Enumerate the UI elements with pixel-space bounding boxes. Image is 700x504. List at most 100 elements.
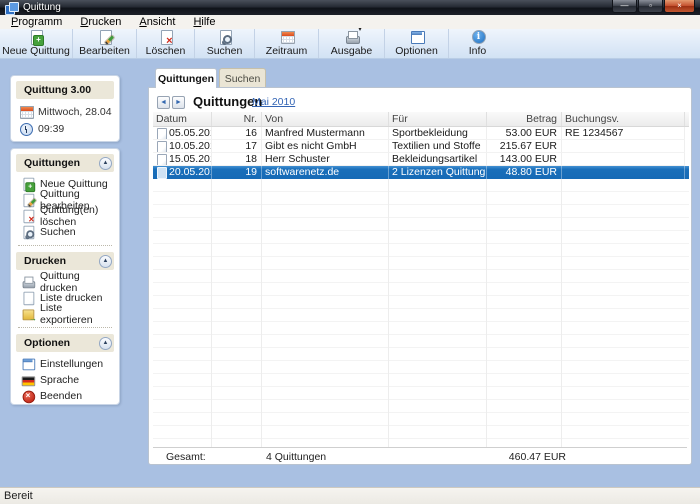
toolbar-bearbeiten-button[interactable]: Bearbeiten: [72, 29, 136, 58]
maximize-button[interactable]: ▫: [638, 0, 663, 13]
collapse-icon[interactable]: ▲: [99, 337, 112, 350]
cell-von: Manfred Mustermann: [262, 127, 389, 140]
sidebar-item-liste-exportieren[interactable]: Liste exportieren: [16, 306, 114, 322]
toolbar-neue-quittung-button[interactable]: Neue Quittung: [0, 29, 72, 58]
group-title: Optionen: [24, 337, 70, 349]
close-button[interactable]: ×: [664, 0, 695, 13]
group-header-drucken: Drucken ▲: [16, 252, 114, 270]
sidebar-item-label: Einstellungen: [40, 358, 103, 370]
column-header-nr[interactable]: Nr.: [212, 112, 262, 126]
toolbar-button-label: Optionen: [395, 46, 438, 57]
cell-nr: 19: [212, 166, 262, 179]
column-header-von[interactable]: Von: [262, 112, 389, 126]
edit-icon: [97, 29, 113, 45]
new-receipt-icon: [21, 177, 35, 191]
menu-item-hilfe[interactable]: Hilfe: [184, 16, 224, 28]
toolbar-suchen-button[interactable]: Suchen: [194, 29, 254, 58]
sidebar-item-quittung-en-loeschen[interactable]: Quittung(en) löschen: [16, 208, 114, 224]
cell-betrag: 143.00 EUR: [487, 153, 562, 166]
title-bar: Quittung — ▫ ×: [0, 0, 700, 15]
toolbar-button-label: Neue Quittung: [2, 46, 70, 57]
print-icon: ▾: [344, 29, 360, 45]
footer-divider: [153, 447, 687, 448]
menu-item-drucken[interactable]: Drucken: [71, 16, 130, 28]
table-header-row: DatumNr.VonFürBetragBuchungsv.: [153, 112, 689, 127]
sidebar-item-quittung-drucken[interactable]: Quittung drucken: [16, 274, 114, 290]
toolbar: Neue Quittung Bearbeiten Löschen Suchen Zeit…: [0, 29, 700, 59]
calendar-icon: [279, 29, 295, 45]
toolbar-button-label: Löschen: [146, 46, 186, 57]
table-row[interactable]: 15.05.201018Herr SchusterBekleidungsarti…: [153, 153, 689, 166]
window-controls: — ▫ ×: [611, 0, 695, 13]
footer-total-label: Gesamt:: [166, 451, 206, 463]
table-row[interactable]: 20.05.201019softwarenetz.de2 Lizenzen Qu…: [153, 166, 689, 179]
column-header-buchungsv[interactable]: Buchungsv.: [562, 112, 685, 126]
toolbar-button-label: Suchen: [207, 46, 243, 57]
cell-fuer: 2 Lizenzen Quittung: [389, 166, 487, 179]
column-gridline: [261, 179, 262, 448]
toolbar-zeitraum-button[interactable]: Zeitraum: [254, 29, 318, 58]
table-body: 05.05.201016Manfred MustermannSportbekle…: [153, 127, 689, 179]
toolbar-optionen-button[interactable]: Optionen: [384, 29, 448, 58]
receipt-row-icon: [156, 154, 167, 165]
search-icon: [21, 225, 35, 239]
delete-receipt-icon: [21, 209, 35, 223]
footer-total-amount: 460.47 EUR: [491, 451, 566, 463]
toolbar-button-label: Bearbeiten: [79, 46, 130, 57]
cell-betrag: 215.67 EUR: [487, 140, 562, 153]
toolbar-info-button[interactable]: Info: [448, 29, 506, 58]
page-icon: [21, 291, 35, 305]
period-link[interactable]: Mai 2010: [252, 96, 295, 108]
previous-month-button[interactable]: ◄: [157, 96, 170, 109]
column-gridline: [486, 179, 487, 448]
cell-datum: 05.05.2010: [153, 127, 212, 140]
group-title: Drucken: [24, 255, 66, 267]
sidebar-menu-panel: Quittungen▲Neue QuittungQuittung bearbei…: [10, 148, 120, 405]
sidebar-item-sprache[interactable]: Sprache: [16, 372, 114, 388]
next-month-button[interactable]: ►: [172, 96, 185, 109]
dropdown-arrow-icon: ▾: [358, 27, 361, 33]
cell-von: Herr Schuster: [262, 153, 389, 166]
delete-receipt-icon: [158, 29, 174, 45]
edit-icon: [21, 193, 35, 207]
cell-betrag: 53.00 EUR: [487, 127, 562, 140]
cell-buchungsv: [562, 153, 685, 166]
collapse-icon[interactable]: ▲: [99, 255, 112, 268]
sidebar-item-label: Suchen: [40, 226, 76, 238]
group-header-quittungen: Quittungen▲: [16, 154, 114, 172]
column-header-betrag[interactable]: Betrag: [487, 112, 562, 126]
sidebar-item-label: Beenden: [40, 390, 82, 402]
cell-datum: 15.05.2010: [153, 153, 212, 166]
column-gridline: [561, 179, 562, 448]
receipts-table: DatumNr.VonFürBetragBuchungsv. 05.05.201…: [153, 112, 689, 448]
search-icon: [217, 29, 233, 45]
cell-buchungsv: RE 1234567: [562, 127, 685, 140]
date-label: Mittwoch, 28.04: [38, 106, 112, 118]
sidebar-item-einstellungen[interactable]: Einstellungen: [16, 356, 114, 372]
sidebar-item-beenden[interactable]: Beenden: [16, 388, 114, 404]
column-gridline: [388, 179, 389, 448]
collapse-icon[interactable]: ▲: [99, 157, 112, 170]
cell-fuer: Textilien und Stoffe: [389, 140, 487, 153]
cell-nr: 16: [212, 127, 262, 140]
cell-datum: 10.05.2010: [153, 140, 212, 153]
print-icon: [21, 275, 35, 289]
column-header-fuer[interactable]: Für: [389, 112, 487, 126]
cell-betrag: 48.80 EUR: [487, 166, 562, 179]
menu-item-ansicht[interactable]: Ansicht: [130, 16, 184, 28]
column-header-datum[interactable]: Datum: [153, 112, 212, 126]
cell-fuer: Bekleidungsartikel: [389, 153, 487, 166]
cell-von: Gibt es nicht GmbH: [262, 140, 389, 153]
toolbar-ausgabe-button[interactable]: ▾Ausgabe: [318, 29, 384, 58]
window-title: Quittung: [23, 2, 61, 13]
toolbar-loeschen-button[interactable]: Löschen: [136, 29, 194, 58]
sidebar-info-panel: Quittung 3.00 Mittwoch, 28.04 09:39: [10, 75, 120, 142]
menu-item-programm[interactable]: Programm: [2, 16, 71, 28]
tab-suchen[interactable]: Suchen: [219, 68, 266, 88]
tab-quittungen[interactable]: Quittungen: [155, 68, 217, 88]
receipt-row-icon: [156, 141, 167, 152]
table-row[interactable]: 05.05.201016Manfred MustermannSportbekle…: [153, 127, 689, 140]
table-row[interactable]: 10.05.201017Gibt es nicht GmbHTextilien …: [153, 140, 689, 153]
toolbar-button-label: Zeitraum: [266, 46, 307, 57]
minimize-button[interactable]: —: [612, 0, 637, 13]
